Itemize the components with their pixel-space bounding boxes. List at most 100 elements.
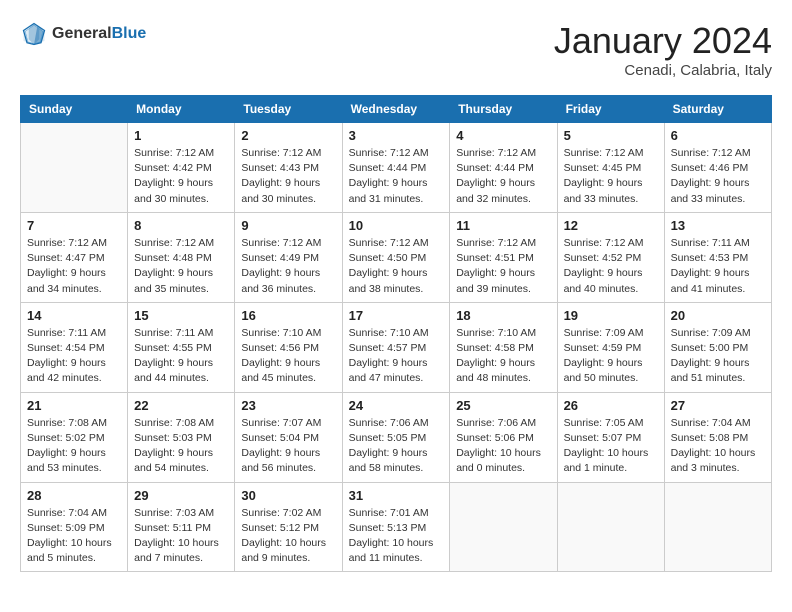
calendar-cell: 18 Sunrise: 7:10 AMSunset: 4:58 PMDayligh… bbox=[450, 302, 557, 392]
calendar-cell: 23 Sunrise: 7:07 AMSunset: 5:04 PMDayligh… bbox=[235, 392, 342, 482]
day-number: 29 bbox=[134, 488, 228, 503]
day-number: 30 bbox=[241, 488, 335, 503]
day-number: 31 bbox=[349, 488, 444, 503]
day-info: Sunrise: 7:12 AMSunset: 4:50 PMDaylight:… bbox=[349, 236, 444, 297]
calendar-cell: 17 Sunrise: 7:10 AMSunset: 4:57 PMDayligh… bbox=[342, 302, 450, 392]
day-info: Sunrise: 7:06 AMSunset: 5:06 PMDaylight:… bbox=[456, 416, 550, 477]
calendar-cell: 31 Sunrise: 7:01 AMSunset: 5:13 PMDayligh… bbox=[342, 482, 450, 572]
day-info: Sunrise: 7:05 AMSunset: 5:07 PMDaylight:… bbox=[564, 416, 658, 477]
calendar-cell: 6Sunrise: 7:12 AMSunset: 4:46 PMDaylight… bbox=[664, 123, 771, 213]
day-number: 22 bbox=[134, 398, 228, 413]
day-number: 15 bbox=[134, 308, 228, 323]
day-info: Sunrise: 7:12 AMSunset: 4:51 PMDaylight:… bbox=[456, 236, 550, 297]
calendar-cell: 2Sunrise: 7:12 AMSunset: 4:43 PMDaylight… bbox=[235, 123, 342, 213]
day-number: 7 bbox=[27, 218, 121, 233]
day-number: 14 bbox=[27, 308, 121, 323]
calendar-cell: 25 Sunrise: 7:06 AMSunset: 5:06 PMDayligh… bbox=[450, 392, 557, 482]
day-info: Sunrise: 7:12 AMSunset: 4:45 PMDaylight:… bbox=[564, 146, 658, 207]
calendar-cell: 27 Sunrise: 7:04 AMSunset: 5:08 PMDayligh… bbox=[664, 392, 771, 482]
day-info: Sunrise: 7:12 AMSunset: 4:48 PMDaylight:… bbox=[134, 236, 228, 297]
day-number: 24 bbox=[349, 398, 444, 413]
day-info: Sunrise: 7:09 AMSunset: 4:59 PMDaylight:… bbox=[564, 326, 658, 387]
calendar-cell: 21Sunrise: 7:08 AMSunset: 5:02 PMDayligh… bbox=[21, 392, 128, 482]
day-info: Sunrise: 7:04 AMSunset: 5:09 PMDaylight:… bbox=[27, 506, 121, 567]
calendar-cell: 20 Sunrise: 7:09 AMSunset: 5:00 PMDayligh… bbox=[664, 302, 771, 392]
day-info: Sunrise: 7:12 AMSunset: 4:44 PMDaylight:… bbox=[349, 146, 444, 207]
day-info: Sunrise: 7:12 AMSunset: 4:47 PMDaylight:… bbox=[27, 236, 121, 297]
calendar-cell: 13 Sunrise: 7:11 AMSunset: 4:53 PMDayligh… bbox=[664, 212, 771, 302]
day-number: 27 bbox=[671, 398, 765, 413]
day-info: Sunrise: 7:10 AMSunset: 4:57 PMDaylight:… bbox=[349, 326, 444, 387]
day-info: Sunrise: 7:02 AMSunset: 5:12 PMDaylight:… bbox=[241, 506, 335, 567]
day-header-monday: Monday bbox=[128, 96, 235, 123]
calendar-cell: 3 Sunrise: 7:12 AMSunset: 4:44 PMDaylight… bbox=[342, 123, 450, 213]
day-info: Sunrise: 7:07 AMSunset: 5:04 PMDaylight:… bbox=[241, 416, 335, 477]
day-info: Sunrise: 7:12 AMSunset: 4:42 PMDaylight:… bbox=[134, 146, 228, 207]
day-info: Sunrise: 7:08 AMSunset: 5:03 PMDaylight:… bbox=[134, 416, 228, 477]
logo-general: General bbox=[52, 25, 112, 43]
day-header-sunday: Sunday bbox=[21, 96, 128, 123]
day-header-tuesday: Tuesday bbox=[235, 96, 342, 123]
calendar-header-row: SundayMondayTuesdayWednesdayThursdayFrid… bbox=[21, 96, 772, 123]
day-number: 8 bbox=[134, 218, 228, 233]
calendar-cell bbox=[664, 482, 771, 572]
day-header-friday: Friday bbox=[557, 96, 664, 123]
day-info: Sunrise: 7:01 AMSunset: 5:13 PMDaylight:… bbox=[349, 506, 444, 567]
day-number: 6 bbox=[671, 128, 765, 143]
calendar-cell: 30 Sunrise: 7:02 AMSunset: 5:12 PMDayligh… bbox=[235, 482, 342, 572]
calendar-cell bbox=[450, 482, 557, 572]
calendar-cell: 22 Sunrise: 7:08 AMSunset: 5:03 PMDayligh… bbox=[128, 392, 235, 482]
calendar-cell bbox=[557, 482, 664, 572]
calendar-cell: 14Sunrise: 7:11 AMSunset: 4:54 PMDayligh… bbox=[21, 302, 128, 392]
day-number: 18 bbox=[456, 308, 550, 323]
calendar-cell: 28 Sunrise: 7:04 AMSunset: 5:09 PMDayligh… bbox=[21, 482, 128, 572]
day-number: 19 bbox=[564, 308, 658, 323]
day-number: 26 bbox=[564, 398, 658, 413]
day-header-wednesday: Wednesday bbox=[342, 96, 450, 123]
logo-text: General Blue bbox=[52, 25, 146, 43]
day-info: Sunrise: 7:03 AMSunset: 5:11 PMDaylight:… bbox=[134, 506, 228, 567]
day-number: 2 bbox=[241, 128, 335, 143]
calendar-cell: 15Sunrise: 7:11 AMSunset: 4:55 PMDayligh… bbox=[128, 302, 235, 392]
calendar-cell: 8 Sunrise: 7:12 AMSunset: 4:48 PMDaylight… bbox=[128, 212, 235, 302]
logo-blue: Blue bbox=[112, 25, 147, 43]
month-title: January 2024 bbox=[554, 20, 772, 62]
day-number: 5 bbox=[564, 128, 658, 143]
calendar-cell bbox=[21, 123, 128, 213]
day-number: 16 bbox=[241, 308, 335, 323]
day-number: 17 bbox=[349, 308, 444, 323]
logo-icon bbox=[20, 20, 48, 48]
calendar-cell: 9 Sunrise: 7:12 AMSunset: 4:49 PMDaylight… bbox=[235, 212, 342, 302]
day-number: 20 bbox=[671, 308, 765, 323]
day-info: Sunrise: 7:10 AMSunset: 4:58 PMDaylight:… bbox=[456, 326, 550, 387]
day-info: Sunrise: 7:11 AMSunset: 4:53 PMDaylight:… bbox=[671, 236, 765, 297]
day-info: Sunrise: 7:12 AMSunset: 4:52 PMDaylight:… bbox=[564, 236, 658, 297]
calendar-week-row: 21Sunrise: 7:08 AMSunset: 5:02 PMDayligh… bbox=[21, 392, 772, 482]
calendar-cell: 7 Sunrise: 7:12 AMSunset: 4:47 PMDaylight… bbox=[21, 212, 128, 302]
calendar-week-row: 7 Sunrise: 7:12 AMSunset: 4:47 PMDaylight… bbox=[21, 212, 772, 302]
page-header: General Blue January 2024 Cenadi, Calabr… bbox=[20, 20, 772, 79]
day-info: Sunrise: 7:09 AMSunset: 5:00 PMDaylight:… bbox=[671, 326, 765, 387]
day-number: 3 bbox=[349, 128, 444, 143]
day-info: Sunrise: 7:12 AMSunset: 4:49 PMDaylight:… bbox=[241, 236, 335, 297]
calendar-cell: 11Sunrise: 7:12 AMSunset: 4:51 PMDayligh… bbox=[450, 212, 557, 302]
calendar-week-row: 14Sunrise: 7:11 AMSunset: 4:54 PMDayligh… bbox=[21, 302, 772, 392]
day-number: 9 bbox=[241, 218, 335, 233]
day-number: 23 bbox=[241, 398, 335, 413]
day-number: 13 bbox=[671, 218, 765, 233]
title-block: January 2024 Cenadi, Calabria, Italy bbox=[554, 20, 772, 79]
calendar-cell: 5 Sunrise: 7:12 AMSunset: 4:45 PMDaylight… bbox=[557, 123, 664, 213]
calendar-cell: 12Sunrise: 7:12 AMSunset: 4:52 PMDayligh… bbox=[557, 212, 664, 302]
day-info: Sunrise: 7:04 AMSunset: 5:08 PMDaylight:… bbox=[671, 416, 765, 477]
calendar-cell: 10 Sunrise: 7:12 AMSunset: 4:50 PMDayligh… bbox=[342, 212, 450, 302]
day-number: 25 bbox=[456, 398, 550, 413]
day-number: 28 bbox=[27, 488, 121, 503]
calendar-cell: 19 Sunrise: 7:09 AMSunset: 4:59 PMDayligh… bbox=[557, 302, 664, 392]
logo: General Blue bbox=[20, 20, 146, 48]
calendar-week-row: 28 Sunrise: 7:04 AMSunset: 5:09 PMDayligh… bbox=[21, 482, 772, 572]
day-info: Sunrise: 7:08 AMSunset: 5:02 PMDaylight:… bbox=[27, 416, 121, 477]
calendar-cell: 26 Sunrise: 7:05 AMSunset: 5:07 PMDayligh… bbox=[557, 392, 664, 482]
day-header-thursday: Thursday bbox=[450, 96, 557, 123]
calendar-cell: 16Sunrise: 7:10 AMSunset: 4:56 PMDayligh… bbox=[235, 302, 342, 392]
day-number: 10 bbox=[349, 218, 444, 233]
